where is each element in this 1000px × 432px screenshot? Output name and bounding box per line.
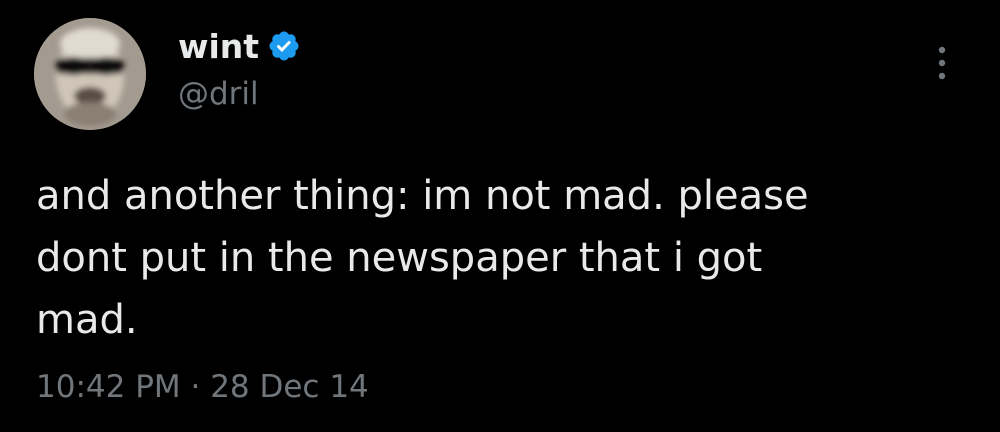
user-handle[interactable]: @dril: [178, 76, 259, 112]
more-options-icon[interactable]: [930, 44, 954, 84]
name-row: wint: [178, 26, 301, 66]
tweet-timestamp[interactable]: 10:42 PM · 28 Dec 14: [36, 369, 369, 405]
avatar[interactable]: [34, 18, 146, 130]
tweet-text: and another thing: im not mad. please do…: [36, 173, 809, 343]
verified-badge-icon: [267, 29, 301, 63]
tweet-card: wint @dril and another thing: im not mad…: [0, 0, 1000, 432]
avatar-image: [34, 18, 146, 130]
display-name[interactable]: wint: [178, 27, 259, 66]
